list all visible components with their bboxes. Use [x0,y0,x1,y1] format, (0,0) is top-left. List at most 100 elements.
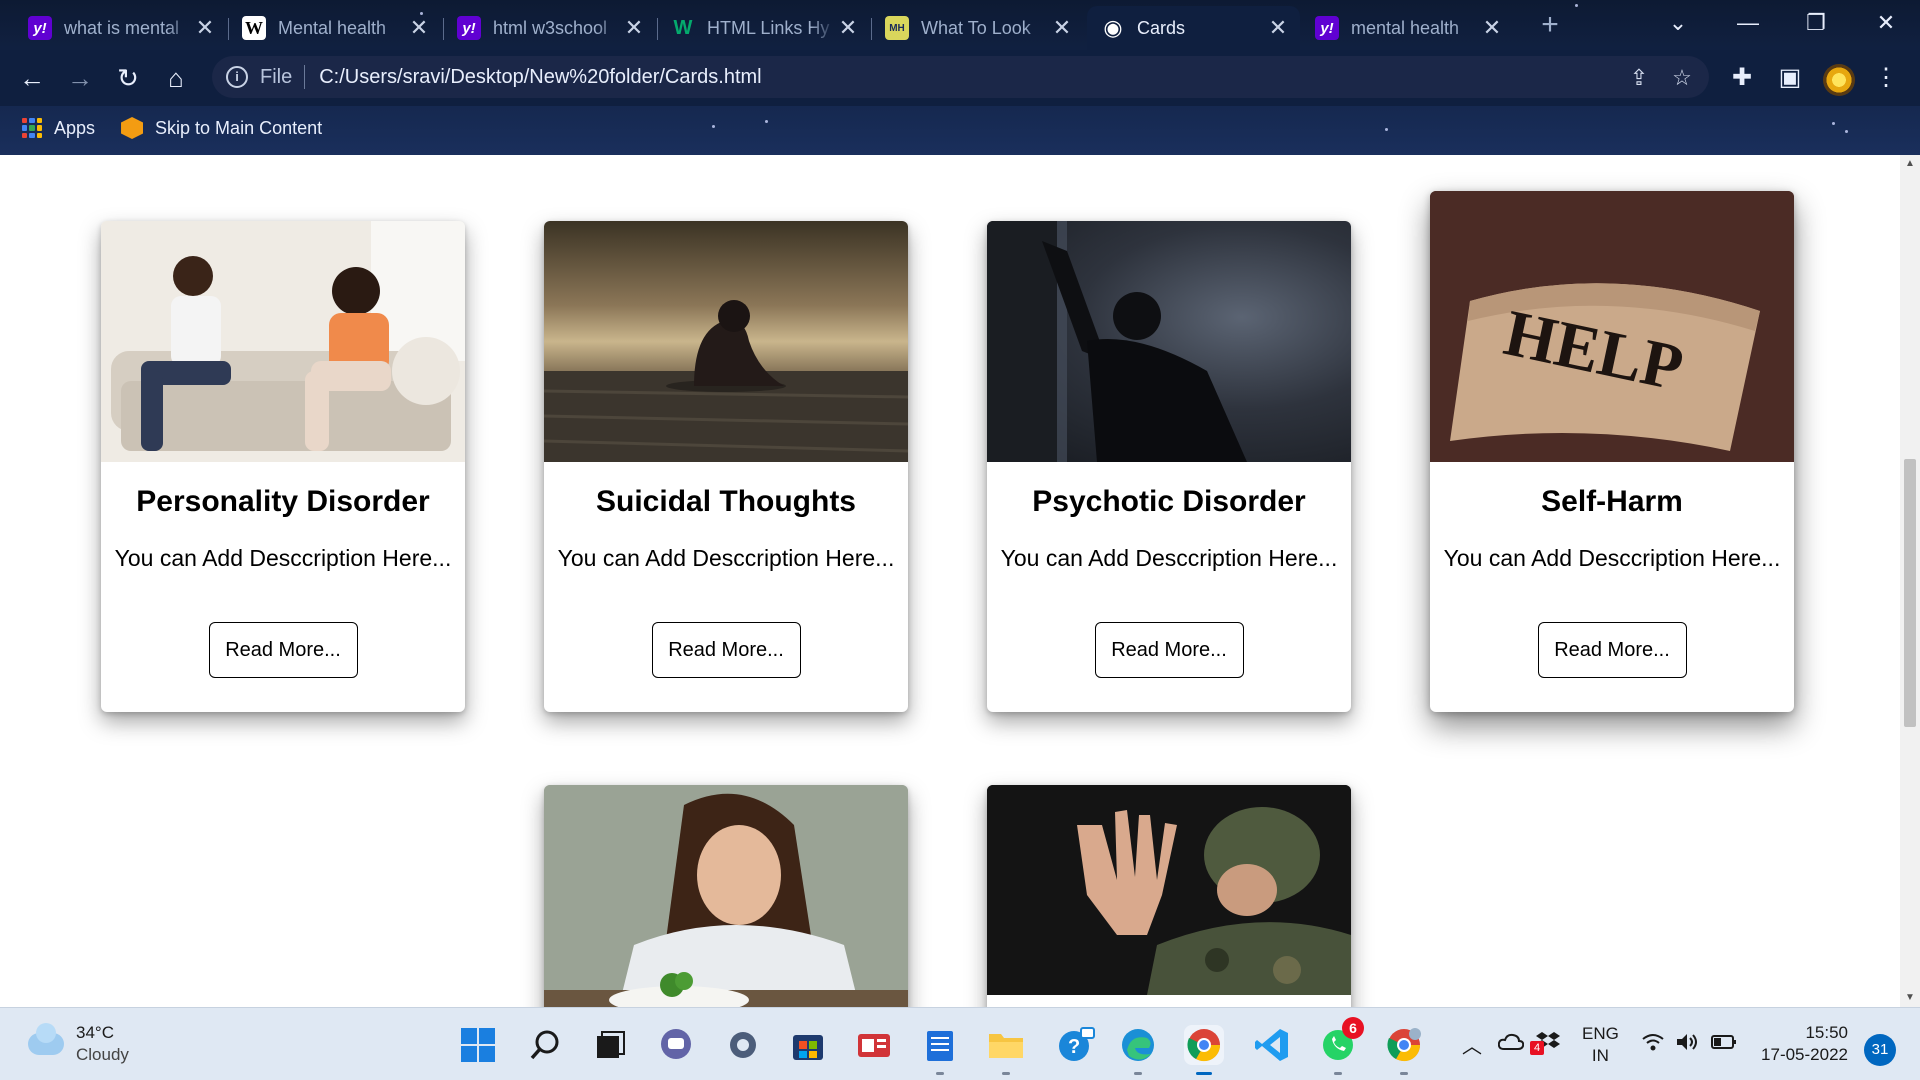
weather-temp: 34°C [76,1023,114,1042]
search-icon[interactable] [526,1025,566,1065]
page-scrollbar[interactable]: ▲ ▼ [1900,155,1920,1007]
close-icon[interactable]: ✕ [407,15,431,41]
star-icon[interactable]: ☆ [1668,64,1696,92]
tab-title: What To Look [921,17,1031,38]
tab[interactable]: y! what is mental ✕ [14,6,227,50]
tab-search-button[interactable]: ⌄ [1648,6,1708,40]
notepad-icon[interactable] [920,1025,960,1075]
close-icon[interactable]: ✕ [1266,15,1290,41]
vscode-icon[interactable] [1252,1025,1292,1065]
edge-icon[interactable] [1118,1025,1158,1075]
new-tab-button[interactable]: + [1535,8,1565,42]
pier-illustration [544,300,908,462]
extensions-icon[interactable]: ✚ [1724,60,1760,96]
card [987,785,1351,1007]
minimize-button[interactable]: — [1718,6,1778,40]
wifi-icon[interactable] [1641,1032,1665,1057]
cube-icon [121,117,144,139]
battery-icon[interactable] [1710,1034,1737,1055]
side-panel-icon[interactable]: ▣ [1772,60,1808,96]
read-more-button[interactable]: Read More... [208,622,358,678]
scroll-down-icon[interactable]: ▼ [1900,989,1920,1007]
close-icon[interactable]: ✕ [622,15,646,41]
clock-time: 15:50 [1805,1023,1848,1042]
tab-active[interactable]: ◉ Cards ✕ [1087,6,1300,50]
yahoo-icon: y! [28,16,52,40]
svg-text:?: ? [1068,1036,1080,1058]
card: Psychotic Disorder You can Add Desccript… [987,221,1351,712]
notification-count[interactable]: 31 [1864,1034,1896,1066]
reload-button[interactable]: ↻ [110,60,146,96]
tab[interactable]: y! html w3school ✕ [443,6,656,50]
close-window-button[interactable]: ✕ [1856,6,1916,40]
forward-button[interactable]: → [62,60,98,96]
weather-widget[interactable]: 34°C Cloudy [28,1022,129,1066]
restore-button[interactable]: ❐ [1786,6,1846,40]
toolbar: ← → ↻ ⌂ i File C:/Users/sravi/Desktop/Ne… [0,50,1920,106]
tab[interactable]: y! mental health ✕ [1301,6,1514,50]
back-button[interactable]: ← [14,60,50,96]
info-icon[interactable]: i [226,66,248,88]
folder-icon[interactable] [986,1025,1026,1075]
volume-icon[interactable] [1675,1032,1699,1057]
close-icon[interactable]: ✕ [1050,15,1074,41]
tab[interactable]: W Mental health ✕ [228,6,441,50]
clock[interactable]: 15:50 17-05-2022 [1738,1022,1848,1066]
menu-icon[interactable]: ⋮ [1868,60,1904,96]
card-description: You can Add Desccription Here... [114,545,452,571]
card-image-couple [101,221,465,462]
scrollbar-thumb[interactable] [1904,459,1916,727]
task-view-icon[interactable] [590,1025,630,1065]
help-icon[interactable]: ? [1056,1025,1096,1065]
bandage-illustration: HELP [1430,191,1794,462]
weather-condition: Cloudy [76,1045,129,1064]
yahoo-icon: y! [1315,16,1339,40]
card-title: Suicidal Thoughts [596,485,856,518]
card-image-help: HELP [1430,191,1794,462]
chrome-icon[interactable] [1184,1025,1224,1075]
girl-plate-illustration [544,785,908,1007]
bookmark-skip-to-main[interactable]: Skip to Main Content [117,117,322,139]
tab[interactable]: MH What To Look ✕ [871,6,1084,50]
read-more-button[interactable]: Read More... [1094,622,1244,678]
bookmark-apps[interactable]: Apps [22,118,95,139]
browser-chrome: y! what is mental ✕ W Mental health ✕ y!… [0,0,1920,155]
read-more-button[interactable]: Read More... [1537,622,1687,678]
avatar[interactable] [1823,64,1855,96]
url-scheme: File [260,65,293,88]
address-bar[interactable]: i File C:/Users/sravi/Desktop/New%20fold… [212,56,1709,98]
read-more-button[interactable]: Read More... [651,622,801,678]
news-icon[interactable] [854,1025,894,1065]
tab[interactable]: W HTML Links Hy ✕ [657,6,870,50]
close-icon[interactable]: ✕ [1480,15,1504,41]
soldier-illustration [987,785,1351,995]
onedrive-icon[interactable] [1497,1033,1525,1056]
yahoo-icon: y! [457,16,481,40]
windows-icon[interactable] [458,1025,498,1065]
home-button[interactable]: ⌂ [158,60,194,96]
couple-illustration [101,221,465,462]
chevron-up-icon[interactable]: ︿ [1462,1030,1482,1059]
share-icon[interactable]: ⇪ [1625,64,1653,92]
language-label: ENG [1582,1023,1619,1043]
system-tray: ︿ 4 ENG IN [1462,1008,1737,1080]
card-image-soldier [987,785,1351,995]
url-text[interactable]: C:/Users/sravi/Desktop/New%20folder/Card… [319,66,761,89]
dropbox-icon[interactable]: 4 [1530,1031,1560,1058]
bookmark-label: Skip to Main Content [155,117,323,138]
tab-title: Mental health [278,17,387,38]
close-icon[interactable]: ✕ [836,15,860,41]
card-title: Personality Disorder [136,485,430,518]
chat-icon[interactable] [656,1025,696,1065]
close-icon[interactable]: ✕ [193,15,217,41]
region-label: IN [1591,1045,1609,1065]
whatsapp-icon[interactable]: 6 [1318,1017,1364,1075]
mh-icon: MH [885,16,909,40]
tab-title: mental health [1351,17,1460,38]
scroll-up-icon[interactable]: ▲ [1900,155,1920,173]
gear-icon[interactable] [723,1025,763,1065]
store-icon[interactable] [788,1025,828,1065]
taskbar: 34°C Cloudy ? 6 ︿ 4 ENG IN 15:50 17-05-2… [0,1007,1920,1080]
chrome-profile-icon[interactable] [1384,1025,1424,1075]
language-indicator[interactable]: ENG IN [1582,1023,1619,1067]
